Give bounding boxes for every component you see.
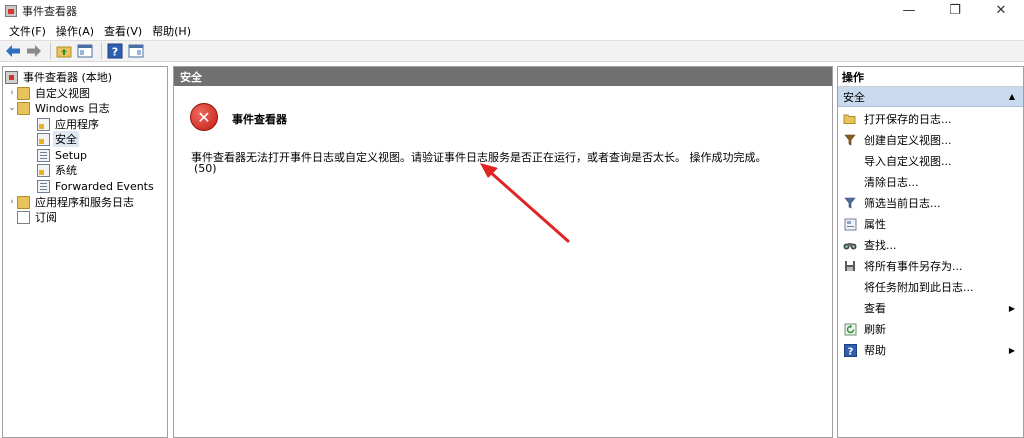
forward-arrow-icon <box>27 45 41 57</box>
svg-text:?: ? <box>847 346 853 357</box>
window-controls: — ❐ ✕ <box>886 0 1024 21</box>
error-icon: ✕ <box>190 103 218 131</box>
log-icon <box>37 148 50 162</box>
chevron-right-icon[interactable]: › <box>7 197 17 207</box>
actions-pane: 操作 安全 ▲ 打开保存的日志... 创建自定义视图... 导入自定义视图...… <box>837 66 1024 438</box>
binoculars-icon <box>843 238 857 252</box>
tree-item-apps-services-logs[interactable]: › 应用程序和服务日志 <box>7 194 136 210</box>
tree-item-security[interactable]: 安全 <box>37 131 79 147</box>
action-save-all-events-as[interactable]: 将所有事件另存为... <box>838 256 1023 276</box>
log-icon <box>37 163 50 177</box>
console-tree-icon <box>77 44 93 58</box>
action-open-saved-log[interactable]: 打开保存的日志... <box>838 109 1023 129</box>
minimize-button[interactable]: — <box>886 0 932 21</box>
chevron-down-icon[interactable]: ⌄ <box>7 103 17 113</box>
help-icon: ? <box>107 43 123 59</box>
tree-item-forwarded-events[interactable]: Forwarded Events <box>37 178 156 194</box>
help-icon: ? <box>843 343 857 357</box>
center-pane-header: 安全 <box>174 67 832 86</box>
tree-item-setup[interactable]: Setup <box>37 147 89 163</box>
actions-section-security[interactable]: 安全 ▲ <box>838 87 1023 107</box>
action-clear-log[interactable]: 清除日志... <box>838 172 1023 192</box>
action-view[interactable]: 查看 ▶ <box>838 298 1023 318</box>
collapse-up-icon[interactable]: ▲ <box>1009 92 1015 101</box>
tree-item-windows-logs[interactable]: ⌄ Windows 日志 <box>7 100 112 116</box>
error-code: (50) <box>194 162 217 175</box>
tree-item-root[interactable]: 事件查看器 (本地) <box>5 69 114 85</box>
svg-text:?: ? <box>112 46 118 59</box>
forward-button[interactable] <box>25 42 43 60</box>
tree-item-application[interactable]: 应用程序 <box>37 116 101 132</box>
tree-item-system[interactable]: 系统 <box>37 162 79 178</box>
actions-header: 操作 <box>838 67 1023 87</box>
folder-icon <box>17 101 30 115</box>
console-tree: 事件查看器 (本地) › 自定义视图 ⌄ Windows 日志 应用程序 安全 … <box>2 66 168 438</box>
action-find[interactable]: 查找... <box>838 235 1023 255</box>
toolbar: ? <box>0 40 1024 62</box>
action-filter-current-log[interactable]: 筛选当前日志... <box>838 193 1023 213</box>
title-bar: 事件查看器 — ❐ ✕ <box>0 0 1024 21</box>
window-title: 事件查看器 <box>22 4 77 18</box>
toolbar-separator <box>101 43 102 59</box>
help-toolbar-button[interactable]: ? <box>106 42 124 60</box>
chevron-right-icon[interactable]: › <box>7 88 17 98</box>
properties-icon <box>843 217 857 231</box>
menu-bar: 文件(F) 操作(A) 查看(V) 帮助(H) <box>0 21 1024 40</box>
filter-icon <box>843 196 857 210</box>
submenu-arrow-icon: ▶ <box>1008 345 1015 355</box>
refresh-icon <box>843 322 857 336</box>
back-button[interactable] <box>4 42 22 60</box>
event-viewer-app-icon <box>5 4 17 17</box>
log-icon <box>37 179 50 193</box>
show-hide-console-tree-button[interactable] <box>76 42 94 60</box>
action-refresh[interactable]: 刷新 <box>838 319 1023 339</box>
show-hide-action-pane-button[interactable] <box>127 42 145 60</box>
restore-button[interactable]: ❐ <box>932 0 978 21</box>
tree-item-subscriptions[interactable]: 订阅 <box>17 209 59 225</box>
close-button[interactable]: ✕ <box>978 0 1024 21</box>
menu-view[interactable]: 查看(V) <box>99 23 147 39</box>
toolbar-separator <box>50 43 51 59</box>
log-icon <box>37 132 50 146</box>
tree-item-custom-views[interactable]: › 自定义视图 <box>7 85 92 101</box>
folder-open-icon <box>843 112 857 126</box>
submenu-arrow-icon: ▶ <box>1008 303 1015 313</box>
action-import-custom-view[interactable]: 导入自定义视图... <box>838 151 1023 171</box>
menu-help[interactable]: 帮助(H) <box>147 23 196 39</box>
up-level-button[interactable] <box>55 42 73 60</box>
filter-icon <box>843 133 857 147</box>
center-pane: 安全 ✕ 事件查看器 事件查看器无法打开事件日志或自定义视图。请验证事件日志服务… <box>173 66 833 438</box>
action-attach-task-to-log[interactable]: 将任务附加到此日志... <box>838 277 1023 297</box>
log-icon <box>37 117 50 131</box>
back-arrow-icon <box>6 45 20 57</box>
event-viewer-icon <box>5 70 18 84</box>
menu-file[interactable]: 文件(F) <box>4 23 51 39</box>
subscription-icon <box>17 210 30 224</box>
error-message: 事件查看器无法打开事件日志或自定义视图。请验证事件日志服务是否正在运行，或者查询… <box>191 151 767 164</box>
error-title: 事件查看器 <box>232 113 287 126</box>
menu-action[interactable]: 操作(A) <box>51 23 99 39</box>
action-pane-icon <box>128 44 144 58</box>
folder-icon <box>17 86 30 100</box>
action-help[interactable]: ? 帮助 ▶ <box>838 340 1023 360</box>
folder-up-icon <box>56 46 72 58</box>
action-create-custom-view[interactable]: 创建自定义视图... <box>838 130 1023 150</box>
save-icon <box>843 259 857 273</box>
action-properties[interactable]: 属性 <box>838 214 1023 234</box>
folder-icon <box>17 195 30 209</box>
